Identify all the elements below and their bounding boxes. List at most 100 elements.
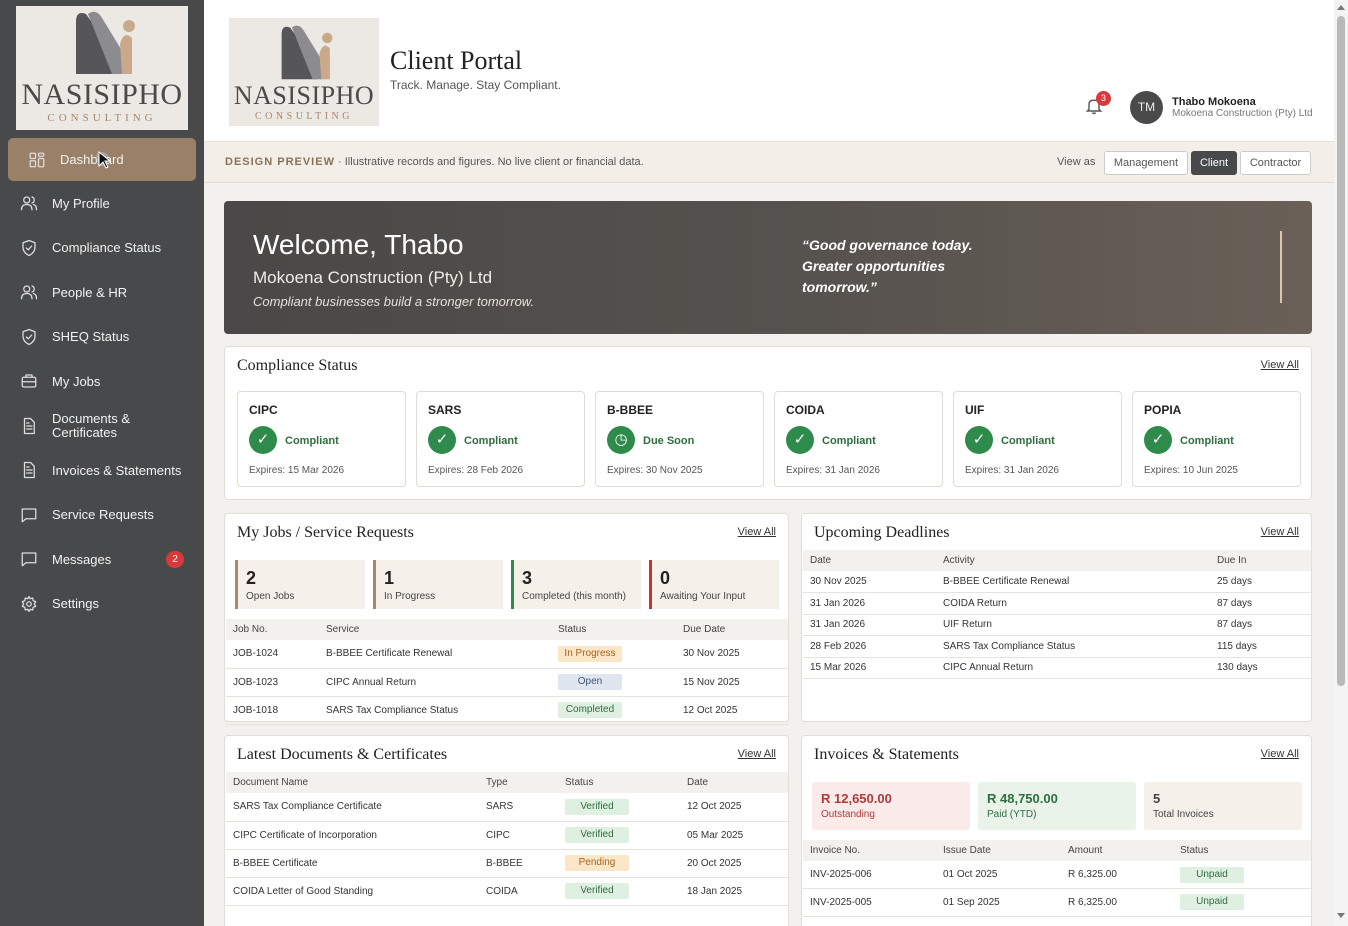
compliance-card-sars[interactable]: SARS ✓ Compliant Expires: 28 Feb 2026: [416, 391, 585, 487]
job-stat-card[interactable]: 1 In Progress: [373, 560, 503, 609]
table-cell: 15 Mar 2026: [803, 657, 936, 679]
column-header[interactable]: Due Date: [676, 619, 788, 640]
sidebar-item-my-profile[interactable]: My Profile: [0, 181, 204, 226]
table-row[interactable]: COIDA Letter of Good Standing COIDA Verifi…: [226, 877, 788, 906]
jobs-view-all-link[interactable]: View All: [738, 526, 776, 538]
sidebar-item-documents-certificates[interactable]: Documents & Certificates: [0, 404, 204, 449]
invoice-summary-value: 5: [1153, 791, 1161, 806]
table-cell: CIPC Annual Return: [319, 668, 551, 697]
status-cell: Verified: [558, 877, 680, 906]
compliance-card-status: Compliant: [822, 435, 876, 447]
sidebar-item-label: Invoices & Statements: [52, 462, 182, 478]
sidebar-item-settings[interactable]: Settings: [0, 582, 204, 627]
scroll-up-arrow-icon[interactable]: [1337, 5, 1345, 10]
column-header[interactable]: Status: [558, 772, 680, 793]
column-header[interactable]: Service: [319, 619, 551, 640]
users-icon: [20, 283, 38, 301]
column-header[interactable]: Activity: [936, 550, 1210, 571]
brand-logo[interactable]: NASISIPHO CONSULTING: [16, 6, 188, 130]
column-header[interactable]: Amount: [1061, 840, 1173, 861]
column-header[interactable]: Issue Date: [936, 840, 1061, 861]
compliance-card-name: UIF: [965, 403, 985, 417]
table-row[interactable]: 15 Mar 2026 CIPC Annual Return 130 days: [803, 657, 1311, 679]
table-row[interactable]: 31 Jan 2026 COIDA Return 87 days: [803, 592, 1311, 615]
table-cell: R 6,325.00: [1061, 888, 1173, 917]
sidebar-item-my-jobs[interactable]: My Jobs: [0, 359, 204, 404]
sidebar-item-label: My Jobs: [52, 373, 101, 389]
invoice-summary-card[interactable]: 5 Total Invoices: [1144, 782, 1302, 830]
column-header[interactable]: Job No.: [226, 619, 319, 640]
header-logo: NASISIPHO CONSULTING: [229, 18, 379, 126]
sidebar-item-invoices-statements[interactable]: Invoices & Statements: [0, 448, 204, 493]
compliance-card-b-bbee[interactable]: B-BBEE ◷ Due Soon Expires: 30 Nov 2025: [595, 391, 764, 487]
view-as-client-button[interactable]: Client: [1191, 151, 1237, 175]
welcome-tagline: Compliant businesses build a stronger to…: [253, 294, 535, 309]
table-cell: B-BBEE Certificate: [226, 849, 479, 878]
table-row[interactable]: SARS Tax Compliance Certificate SARS Verif…: [226, 793, 788, 822]
table-row[interactable]: 30 Nov 2025 B-BBEE Certificate Renewal 25 …: [803, 571, 1311, 593]
column-header[interactable]: Due In: [1210, 550, 1311, 571]
table-row[interactable]: 28 Feb 2026 SARS Tax Compliance Status 115…: [803, 635, 1311, 658]
compliance-card-popia[interactable]: POPIA ✓ Compliant Expires: 10 Jun 2025: [1132, 391, 1301, 487]
table-row[interactable]: B-BBEE Certificate B-BBEE Pending 20 Oct 20…: [226, 849, 788, 878]
sidebar-item-sheq-status[interactable]: SHEQ Status: [0, 315, 204, 360]
check-circle-icon: ✓: [1144, 426, 1172, 454]
table-cell: R 6,325.00: [1061, 861, 1173, 889]
table-row[interactable]: JOB-1024 B-BBEE Certificate Renewal In Pro…: [226, 640, 788, 669]
job-stat-value: 2: [246, 568, 257, 588]
scroll-down-arrow-icon[interactable]: [1337, 913, 1345, 918]
table-row[interactable]: INV-2025-005 01 Sep 2025 R 6,325.00 Unpaid: [803, 888, 1311, 917]
column-header[interactable]: Type: [479, 772, 558, 793]
invoice-summary-card[interactable]: R 48,750.00 Paid (YTD): [978, 782, 1136, 830]
notifications-button[interactable]: 3: [1084, 91, 1111, 118]
table-row[interactable]: JOB-1018 SARS Tax Compliance Status Comple…: [226, 696, 788, 725]
user-name[interactable]: Thabo Mokoena: [1172, 96, 1256, 108]
compliance-card-coida[interactable]: COIDA ✓ Compliant Expires: 31 Jan 2026: [774, 391, 943, 487]
sidebar-item-service-requests[interactable]: Service Requests: [0, 493, 204, 538]
scroll-thumb[interactable]: [1337, 16, 1345, 686]
compliance-card-expiry: Expires: 15 Mar 2026: [249, 465, 345, 476]
status-cell: Open: [551, 668, 676, 697]
table-row[interactable]: INV-2025-006 01 Oct 2025 R 6,325.00 Unpaid: [803, 861, 1311, 889]
column-header[interactable]: Date: [803, 550, 936, 571]
table-cell: 12 Oct 2025: [680, 793, 788, 822]
preview-note: · Illustrative records and figures. No l…: [334, 156, 644, 168]
column-header[interactable]: Status: [551, 619, 676, 640]
column-header[interactable]: Date: [680, 772, 788, 793]
invoices-view-all-link[interactable]: View All: [1261, 748, 1299, 760]
column-header[interactable]: Document Name: [226, 772, 479, 793]
sidebar-item-compliance-status[interactable]: Compliance Status: [0, 226, 204, 271]
compliance-view-all-link[interactable]: View All: [1261, 359, 1299, 371]
table-row[interactable]: 31 Jan 2026 UIF Return 87 days: [803, 614, 1311, 636]
view-as-management-button[interactable]: Management: [1104, 151, 1188, 175]
welcome-title: Welcome, Thabo: [253, 229, 464, 260]
sidebar-item-label: Dashboard: [60, 152, 124, 167]
job-stat-card[interactable]: 3 Completed (this month): [511, 560, 641, 609]
column-header[interactable]: Status: [1173, 840, 1311, 861]
table-cell: 87 days: [1210, 592, 1311, 615]
column-header[interactable]: Invoice No.: [803, 840, 936, 861]
mouse-cursor-icon: [95, 150, 114, 169]
quote-divider: [1280, 231, 1282, 303]
job-stat-card[interactable]: 0 Awaiting Your Input: [649, 560, 779, 609]
deadlines-view-all-link[interactable]: View All: [1261, 526, 1299, 538]
compliance-card-status: Compliant: [464, 435, 518, 447]
invoice-summary-card[interactable]: R 12,650.00 Outstanding: [812, 782, 970, 830]
table-cell: 31 Jan 2026: [803, 614, 936, 636]
view-as-contractor-button[interactable]: Contractor: [1240, 151, 1311, 175]
sidebar-item-messages[interactable]: Messages 2: [0, 537, 204, 582]
job-stat-card[interactable]: 2 Open Jobs: [235, 560, 365, 609]
compliance-card-uif[interactable]: UIF ✓ Compliant Expires: 31 Jan 2026: [953, 391, 1122, 487]
table-row[interactable]: JOB-1023 CIPC Annual Return Open 15 Nov 202…: [226, 668, 788, 697]
page-scrollbar[interactable]: [1334, 0, 1348, 926]
compliance-title: Compliance Status: [237, 357, 358, 374]
sidebar-item-people-hr[interactable]: People & HR: [0, 270, 204, 315]
logo-mark-icon: [269, 19, 339, 81]
deadlines-table: Date Activity Due In 30 Nov 2025 B-BBEE Cert…: [803, 550, 1311, 679]
sidebar-item-label: Documents & Certificates: [52, 410, 131, 440]
avatar[interactable]: TM: [1130, 91, 1163, 124]
status-badge: Verified: [565, 798, 629, 815]
table-row[interactable]: CIPC Certificate of Incorporation CIPC Ver…: [226, 821, 788, 850]
documents-view-all-link[interactable]: View All: [738, 748, 776, 760]
compliance-card-cipc[interactable]: CIPC ✓ Compliant Expires: 15 Mar 2026: [237, 391, 406, 487]
